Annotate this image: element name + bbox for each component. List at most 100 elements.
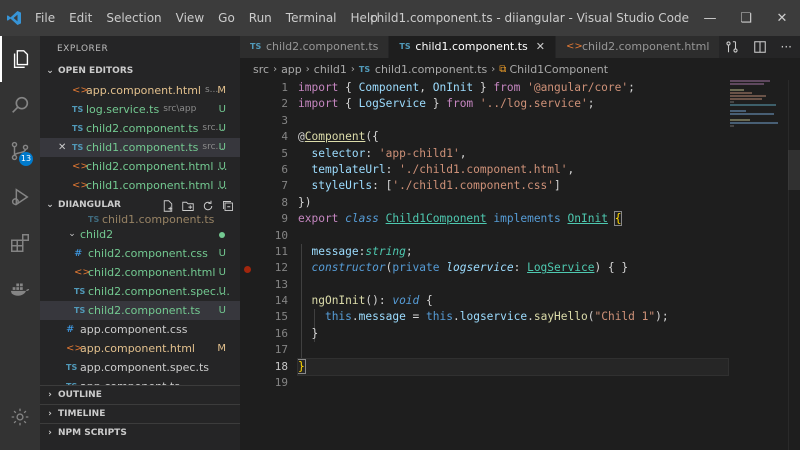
- open-editor-filename: child1.component.ts: [86, 141, 199, 154]
- chevron-right-icon: ›: [48, 409, 52, 419]
- breakpoint-dot[interactable]: [244, 266, 251, 273]
- typescript-file-icon: TS: [66, 377, 80, 385]
- timeline-section-header[interactable]: › TIMELINE: [40, 404, 240, 423]
- line-number: 11: [274, 244, 288, 258]
- open-editors-list: <> app.component.html s... M TS log.service.t…: [40, 81, 240, 195]
- code-editor[interactable]: 1 2 3 4 5 6 7 8 9 10 11 12 13 14 15 16 17 18 19 import { C…: [240, 80, 800, 450]
- source-control-icon[interactable]: 13: [0, 128, 40, 174]
- new-file-icon[interactable]: [162, 199, 174, 212]
- menu-terminal[interactable]: Terminal: [279, 0, 344, 36]
- css-file-icon: #: [74, 248, 83, 259]
- refresh-icon[interactable]: [202, 200, 214, 212]
- search-icon[interactable]: [0, 82, 40, 128]
- open-editor-item[interactable]: <> child2.component.html ... U: [40, 157, 240, 176]
- menu-edit[interactable]: Edit: [62, 0, 99, 36]
- window-title: child1.component.ts - diiangular - Visua…: [370, 11, 690, 25]
- breadcrumb-item[interactable]: child1.component.ts: [375, 60, 487, 80]
- class-symbol-icon: ⧉: [499, 64, 507, 75]
- chevron-down-icon: ⌄: [46, 200, 54, 210]
- breadcrumb-item[interactable]: app: [281, 60, 302, 80]
- editor-tab[interactable]: <> child2.component.html: [556, 36, 721, 58]
- new-folder-icon[interactable]: [182, 200, 194, 212]
- breadcrumb-item[interactable]: child1: [314, 60, 347, 80]
- open-editor-item[interactable]: TS child2.component.ts src... U: [40, 119, 240, 138]
- file-item[interactable]: TS app.component.spec.ts: [40, 358, 240, 377]
- open-editor-item[interactable]: <> child1.component.html ... U: [40, 176, 240, 195]
- html-file-icon: <>: [66, 343, 83, 354]
- file-item[interactable]: TS child2.component.spec.... U: [40, 282, 240, 301]
- editor-tab[interactable]: TS child1.component.ts ✕: [389, 36, 556, 58]
- breadcrumb-item[interactable]: Child1Component: [509, 60, 608, 80]
- line-number: 2: [281, 97, 288, 111]
- outline-section-header[interactable]: › OUTLINE: [40, 385, 240, 404]
- line-number: 8: [281, 195, 288, 209]
- menu-go[interactable]: Go: [211, 0, 242, 36]
- project-header[interactable]: ⌄ DIIANGULAR: [40, 196, 240, 215]
- typescript-file-icon: TS: [74, 287, 86, 296]
- file-item[interactable]: # app.component.css: [40, 320, 240, 339]
- html-file-icon: <>: [72, 180, 89, 191]
- scm-count-badge: 13: [19, 152, 33, 166]
- typescript-file-icon: TS: [72, 105, 84, 114]
- menu-file[interactable]: File: [28, 0, 62, 36]
- line-number: 13: [274, 277, 288, 291]
- run-debug-icon[interactable]: [0, 174, 40, 220]
- folder-item[interactable]: ⌄ child2: [40, 225, 240, 244]
- extensions-icon[interactable]: [0, 220, 40, 266]
- restore-button[interactable]: ❏: [728, 0, 764, 36]
- line-number: 17: [274, 343, 288, 357]
- git-status-badge: M: [217, 343, 226, 354]
- open-editor-item[interactable]: TS log.service.ts src\app U: [40, 100, 240, 119]
- tab-label: child2.component.html: [582, 40, 710, 53]
- close-tab-icon[interactable]: ✕: [536, 36, 545, 58]
- open-editor-path: src\app: [163, 104, 197, 114]
- minimap[interactable]: [730, 80, 788, 140]
- line-number: 6: [281, 162, 288, 176]
- line-number-gutter: 1 2 3 4 5 6 7 8 9 10 11 12 13 14 15 16 17 18 19: [240, 80, 288, 391]
- open-editor-item[interactable]: <> app.component.html s... M: [40, 81, 240, 100]
- close-window-button[interactable]: ✕: [764, 0, 800, 36]
- close-icon[interactable]: ✕: [58, 138, 66, 157]
- open-editor-filename: child2.component.html ...: [86, 160, 228, 173]
- git-status-badge: M: [217, 85, 226, 96]
- file-name: child1.component.ts: [102, 215, 215, 225]
- chevron-right-icon: ›: [48, 428, 52, 438]
- editor-tab[interactable]: TS child2.component.ts: [240, 36, 390, 58]
- file-item[interactable]: TSapp.component.ts: [40, 377, 240, 385]
- html-file-icon: <>: [72, 85, 89, 96]
- breadcrumb: src › app › child1 › TS child1.component.ts › ⧉ Ch…: [240, 60, 608, 80]
- file-item[interactable]: # child2.component.css U: [40, 244, 240, 263]
- typescript-file-icon: TS: [66, 363, 78, 372]
- folder-changes-dot: [219, 231, 225, 238]
- files-icon[interactable]: [0, 36, 40, 82]
- vscode-logo-icon: [0, 0, 28, 36]
- html-file-icon: <>: [72, 161, 89, 172]
- file-item[interactable]: <> app.component.html M: [40, 339, 240, 358]
- chevron-right-icon: ›: [273, 64, 278, 75]
- open-editor-filename: log.service.ts: [86, 103, 160, 116]
- project-tree: TS child1.component.ts ⌄ child2 # child2.comp…: [40, 215, 240, 385]
- chevron-right-icon: ›: [491, 64, 496, 75]
- git-status-badge: U: [218, 267, 226, 278]
- collapse-all-icon[interactable]: [222, 200, 234, 212]
- breadcrumb-item[interactable]: src: [253, 60, 269, 80]
- settings-gear-icon[interactable]: [0, 402, 40, 432]
- menu-selection[interactable]: Selection: [99, 0, 168, 36]
- scrollbar-thumb[interactable]: [788, 150, 800, 190]
- chevron-down-icon: ⌄: [46, 66, 54, 76]
- file-item[interactable]: TS child1.component.ts: [40, 215, 240, 225]
- git-status-badge: U: [218, 305, 226, 316]
- editor-scrollbar[interactable]: [788, 80, 800, 450]
- open-editors-header[interactable]: ⌄ OPEN EDITORS: [40, 62, 240, 81]
- open-editor-filename: child1.component.html ...: [86, 179, 228, 192]
- tab-label: child2.component.ts: [266, 40, 379, 53]
- docker-icon[interactable]: [0, 266, 40, 312]
- menu-run[interactable]: Run: [242, 0, 279, 36]
- npm-scripts-section-header[interactable]: › NPM SCRIPTS: [40, 423, 240, 442]
- minimize-button[interactable]: —: [692, 0, 728, 36]
- menu-view[interactable]: View: [169, 0, 211, 36]
- file-item[interactable]: TS child2.component.ts U: [40, 301, 240, 320]
- typescript-file-icon: TS: [74, 306, 86, 315]
- file-item[interactable]: <> child2.component.html U: [40, 263, 240, 282]
- open-editor-item[interactable]: ✕ TS child1.component.ts src... U: [40, 138, 240, 157]
